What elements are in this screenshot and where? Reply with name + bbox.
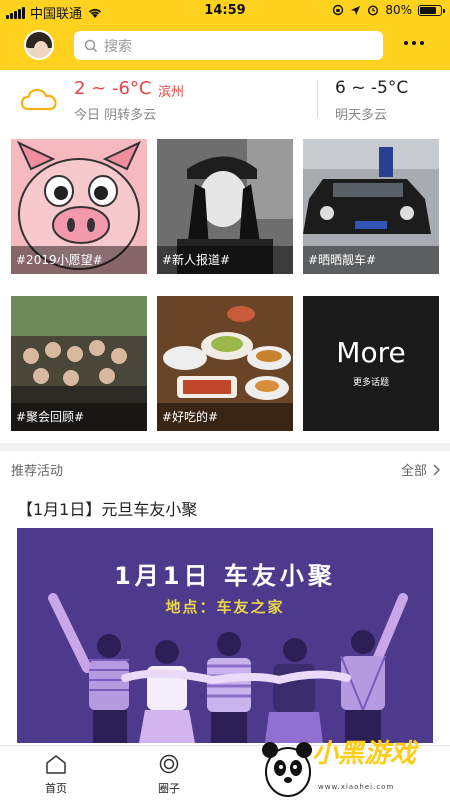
recommend-section-title: 推荐活动 <box>11 464 64 479</box>
tab-circle-label: 圈子 <box>158 782 180 795</box>
search-placeholder: 搜索 <box>104 38 132 55</box>
status-right: 80% <box>332 3 445 17</box>
people-illustration <box>48 593 408 743</box>
today-temperature: 2 ~ -6°C <box>74 78 152 99</box>
today-weather-desc: 今日 阴转多云 <box>74 108 157 123</box>
more-title: More <box>336 336 406 369</box>
watermark-text: 小黑游戏 <box>312 739 417 769</box>
user-avatar[interactable] <box>24 30 54 60</box>
more-topics-tile[interactable]: More 更多话题 <box>303 296 439 431</box>
top-header: 中国联通 14:59 80% 搜索 <box>0 0 450 70</box>
more-subtitle: 更多话题 <box>352 378 389 388</box>
topic-caption: #好吃的# <box>157 403 293 431</box>
topic-tile-party[interactable]: #聚会回顾# <box>11 296 147 431</box>
more-options-icon[interactable] <box>404 41 424 45</box>
tab-circle[interactable]: 圈子 <box>139 754 199 796</box>
section-separator <box>0 443 450 451</box>
view-all-link[interactable]: 全部 <box>401 460 440 479</box>
weather-divider <box>317 80 318 118</box>
cloud-icon <box>20 88 57 111</box>
tab-home-label: 首页 <box>45 782 67 795</box>
alarm-icon <box>368 5 379 16</box>
topic-caption: #晒晒靓车# <box>303 246 439 274</box>
event-banner[interactable]: 1月1日 车友小聚 地点：车友之家 <box>17 528 433 743</box>
battery-percent: 80% <box>385 3 412 17</box>
topic-caption: #新人报道# <box>157 246 293 274</box>
topic-tile-food[interactable]: #好吃的# <box>157 296 293 431</box>
search-box[interactable]: 搜索 <box>74 31 383 60</box>
city-name[interactable]: 滨州 <box>158 81 184 100</box>
topic-caption: #2019小愿望# <box>11 246 147 274</box>
topic-tile-wish[interactable]: #2019小愿望# <box>11 139 147 274</box>
watermark-url: www.xiaohei.com <box>318 783 395 791</box>
event-title[interactable]: 【1月1日】元旦车友小聚 <box>17 496 197 520</box>
panda-logo <box>262 742 312 797</box>
chevron-right-icon <box>433 464 440 475</box>
app-screen: 中国联通 14:59 80% 搜索 2 ~ -6°C 滨州 今日 阴转多云 6 … <box>0 0 450 800</box>
status-bar: 中国联通 14:59 80% <box>0 0 450 22</box>
tab-home[interactable]: 首页 <box>26 754 86 796</box>
tomorrow-weather-desc: 明天多云 <box>335 108 388 123</box>
view-all-label: 全部 <box>400 464 427 479</box>
topic-tile-newcomer[interactable]: #新人报道# <box>157 139 293 274</box>
tomorrow-temperature: 6 ~ -5°C <box>335 78 409 98</box>
topic-tile-cars[interactable]: #晒晒靓车# <box>303 139 439 274</box>
battery-icon <box>418 4 445 16</box>
site-watermark: 小黑游戏 www.xiaohei.com <box>260 728 450 800</box>
location-icon <box>351 5 361 15</box>
search-icon <box>84 39 98 52</box>
rotation-lock-icon <box>333 4 344 16</box>
topic-caption: #聚会回顾# <box>11 403 147 431</box>
home-icon <box>46 755 66 774</box>
circle-icon <box>159 754 179 774</box>
